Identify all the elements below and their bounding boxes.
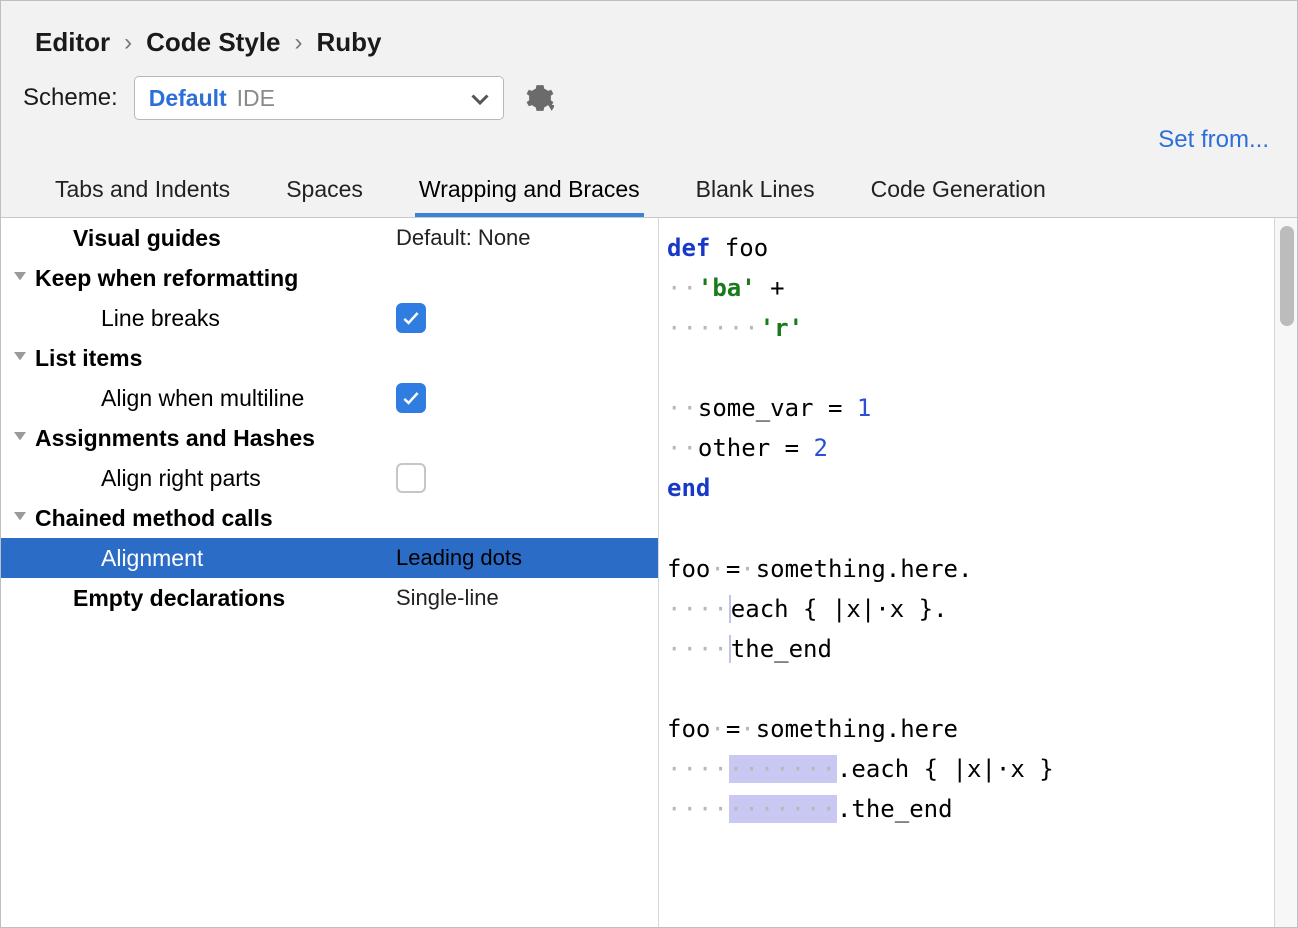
setfrom-row: Set from... — [1, 120, 1297, 164]
alignment-highlight: ······· — [729, 755, 837, 783]
preview-pane: def foo ··'ba' + ······'r' ··some_var = … — [659, 218, 1297, 927]
chevron-down-icon — [471, 85, 489, 112]
visual-guides-label: Visual guides — [29, 225, 221, 252]
list-items-label: List items — [29, 345, 142, 372]
gear-icon[interactable] — [520, 78, 560, 118]
tab-spaces[interactable]: Spaces — [282, 164, 367, 217]
keep-reformatting-label: Keep when reformatting — [29, 265, 298, 292]
tab-wrapping-braces[interactable]: Wrapping and Braces — [415, 164, 644, 217]
scrollbar-thumb[interactable] — [1280, 226, 1294, 326]
settings-tree: Visual guides Default: None Keep when re… — [1, 218, 659, 927]
row-align-right-parts[interactable]: Align right parts — [1, 458, 658, 498]
scheme-scope: IDE — [237, 85, 275, 112]
chained-method-calls-label: Chained method calls — [29, 505, 273, 532]
line-breaks-label: Line breaks — [29, 305, 220, 332]
assignments-hashes-label: Assignments and Hashes — [29, 425, 315, 452]
empty-declarations-value[interactable]: Single-line — [396, 585, 646, 611]
row-visual-guides[interactable]: Visual guides Default: None — [1, 218, 658, 258]
row-alignment[interactable]: Alignment Leading dots — [1, 538, 658, 578]
tabs: Tabs and Indents Spaces Wrapping and Bra… — [1, 164, 1297, 218]
alignment-highlight: ······· — [729, 795, 837, 823]
row-line-breaks[interactable]: Line breaks — [1, 298, 658, 338]
row-chained-method-calls[interactable]: Chained method calls — [1, 498, 658, 538]
scheme-row: Scheme: Default IDE — [1, 62, 1297, 120]
breadcrumb-code-style[interactable]: Code Style — [146, 27, 280, 58]
code-preview: def foo ··'ba' + ······'r' ··some_var = … — [659, 218, 1275, 927]
chevron-right-icon: › — [124, 29, 132, 57]
tab-blank-lines[interactable]: Blank Lines — [692, 164, 819, 217]
caret-down-icon — [1, 432, 29, 444]
scheme-label: Scheme: — [23, 84, 118, 112]
row-list-items[interactable]: List items — [1, 338, 658, 378]
caret-down-icon — [1, 352, 29, 364]
empty-declarations-label: Empty declarations — [29, 585, 285, 612]
chevron-right-icon: › — [294, 29, 302, 57]
align-right-parts-checkbox[interactable] — [396, 463, 426, 493]
breadcrumb-editor[interactable]: Editor — [35, 27, 110, 58]
align-multiline-label: Align when multiline — [29, 385, 304, 412]
vertical-scrollbar[interactable] — [1275, 218, 1297, 927]
line-breaks-checkbox[interactable] — [396, 303, 426, 333]
alignment-value[interactable]: Leading dots — [396, 545, 646, 571]
row-align-multiline[interactable]: Align when multiline — [1, 378, 658, 418]
align-multiline-checkbox[interactable] — [396, 383, 426, 413]
settings-window: Editor › Code Style › Ruby Scheme: Defau… — [0, 0, 1298, 928]
set-from-link[interactable]: Set from... — [1158, 126, 1269, 154]
row-keep-reformatting[interactable]: Keep when reformatting — [1, 258, 658, 298]
align-right-parts-label: Align right parts — [29, 465, 261, 492]
tab-tabs-indents[interactable]: Tabs and Indents — [51, 164, 234, 217]
breadcrumb: Editor › Code Style › Ruby — [1, 1, 1297, 62]
caret-down-icon — [1, 512, 29, 524]
scheme-select[interactable]: Default IDE — [134, 76, 504, 120]
row-assignments-hashes[interactable]: Assignments and Hashes — [1, 418, 658, 458]
caret-down-icon — [1, 272, 29, 284]
row-empty-declarations[interactable]: Empty declarations Single-line — [1, 578, 658, 618]
breadcrumb-ruby[interactable]: Ruby — [316, 27, 381, 58]
scheme-value: Default — [149, 85, 227, 112]
visual-guides-value[interactable]: Default: None — [396, 225, 646, 251]
tab-code-generation[interactable]: Code Generation — [867, 164, 1050, 217]
alignment-label: Alignment — [29, 545, 203, 572]
body: Visual guides Default: None Keep when re… — [1, 218, 1297, 927]
